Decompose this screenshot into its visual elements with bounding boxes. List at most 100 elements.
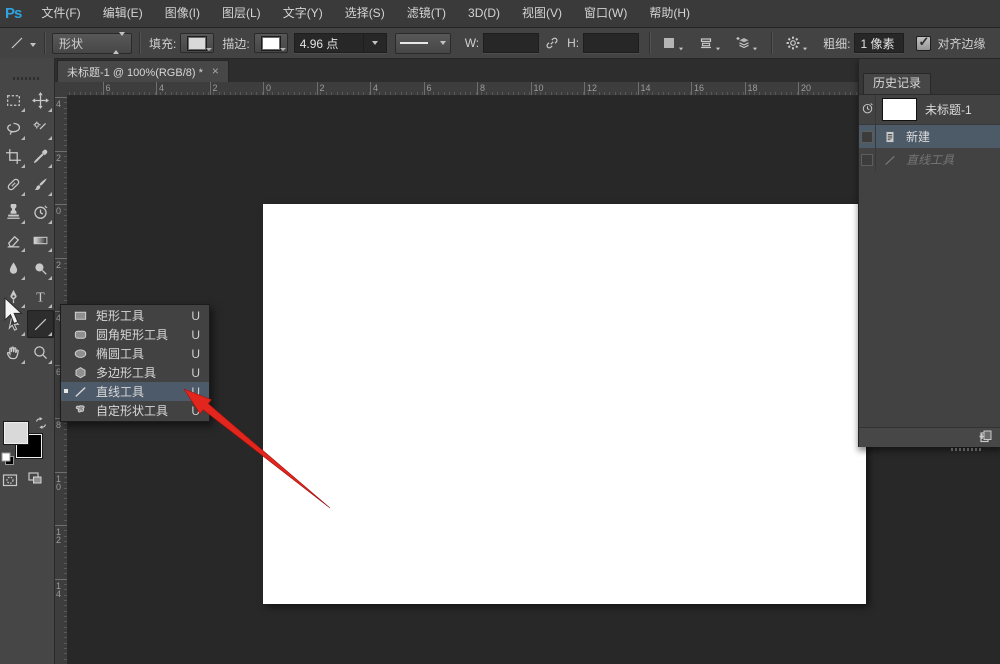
menu-item[interactable]: 3D(D): [457, 6, 511, 20]
tool-type-tool[interactable]: T: [27, 282, 54, 310]
fill-color-swatch[interactable]: [180, 33, 214, 53]
stroke-width-input[interactable]: 4.96 点: [294, 33, 364, 53]
history-brush-source-toggle[interactable]: [859, 148, 876, 171]
history-state-直线工具[interactable]: 直线工具: [859, 148, 1000, 171]
history-brush-source-icon: [861, 102, 874, 118]
tab-history[interactable]: 历史记录: [863, 73, 931, 94]
tool-lasso-tool[interactable]: [0, 114, 27, 142]
menu-item[interactable]: 帮助(H): [638, 6, 701, 20]
tool-blur-tool[interactable]: [0, 254, 27, 282]
current-tool-indicator: [64, 389, 68, 393]
history-state-新建[interactable]: 新建: [859, 125, 1000, 148]
menu-item[interactable]: 滤镜(T): [396, 6, 457, 20]
path-operations-button[interactable]: [660, 33, 685, 53]
tool-mode-select[interactable]: 形状: [52, 33, 132, 54]
flyout-item-shortcut: U: [191, 366, 200, 380]
tool-healing-brush-tool[interactable]: [0, 170, 27, 198]
menu-item[interactable]: 文件(F): [30, 6, 91, 20]
tool-clone-stamp-tool[interactable]: [0, 198, 27, 226]
panel-resize-grip[interactable]: [951, 448, 981, 451]
horizontal-ruler[interactable]: 64202468101214161820: [67, 82, 858, 96]
link-dimensions-button[interactable]: [543, 33, 561, 53]
flyout-indicator-icon: [21, 220, 25, 224]
foreground-color-swatch[interactable]: [3, 421, 29, 445]
tool-path-selection-tool[interactable]: [0, 310, 27, 338]
custom-shape-tool-icon: [73, 403, 89, 418]
document-canvas[interactable]: [263, 204, 866, 604]
tool-dodge-tool[interactable]: [27, 254, 54, 282]
tool-move-tool[interactable]: [27, 86, 54, 114]
menu-item[interactable]: 编辑(E): [92, 6, 154, 20]
path-operations-icon: [661, 35, 677, 51]
tool-magic-wand-tool[interactable]: [27, 114, 54, 142]
shape-settings-button[interactable]: [784, 33, 809, 53]
history-brush-source[interactable]: [859, 95, 876, 124]
path-arrangement-button[interactable]: [734, 33, 759, 53]
menu-item[interactable]: 图像(I): [154, 6, 211, 20]
tool-hand-tool[interactable]: [0, 338, 27, 366]
history-brush-source-toggle[interactable]: [859, 125, 876, 148]
flyout-item-椭圆工具[interactable]: 椭圆工具U: [61, 344, 209, 363]
panel-grip[interactable]: [13, 77, 41, 80]
width-label: W:: [465, 36, 479, 50]
tool-preset-button[interactable]: [8, 33, 37, 53]
align-edges-checkbox[interactable]: ✓: [916, 36, 931, 51]
document-tab-bar: 未标题-1 @ 100%(RGB/8) * ×: [54, 58, 858, 82]
gear-icon: [785, 35, 801, 51]
flyout-item-shortcut: U: [191, 385, 200, 399]
tool-zoom-tool[interactable]: [27, 338, 54, 366]
stroke-width-dropdown[interactable]: [364, 33, 387, 53]
tool-line-tool[interactable]: [27, 310, 54, 338]
tool-eraser-tool[interactable]: [0, 226, 27, 254]
flyout-indicator-icon: [21, 108, 25, 112]
stroke-color-swatch[interactable]: [254, 33, 288, 53]
flyout-indicator-icon: [21, 192, 25, 196]
divider: [44, 32, 45, 54]
flyout-item-label: 自定形状工具: [96, 402, 168, 419]
history-states: 新建直线工具: [859, 125, 1000, 171]
stroke-type-select[interactable]: [395, 33, 451, 54]
menu-item[interactable]: 窗口(W): [573, 6, 638, 20]
svg-text:T: T: [36, 289, 45, 304]
stroke-width-value: 4.96 点: [300, 35, 339, 52]
shape-width-input[interactable]: [483, 33, 539, 53]
flyout-item-圆角矩形工具[interactable]: 圆角矩形工具U: [61, 325, 209, 344]
tool-crop-tool[interactable]: [0, 142, 27, 170]
tools-panel: T: [0, 58, 55, 664]
weight-input[interactable]: 1 像素: [854, 33, 904, 53]
chevron-down-icon: [30, 43, 36, 47]
menu-item[interactable]: 选择(S): [334, 6, 396, 20]
flyout-indicator-icon: [48, 360, 52, 364]
shape-height-input[interactable]: [583, 33, 639, 53]
default-colors-icon[interactable]: [0, 451, 16, 472]
document-tab[interactable]: 未标题-1 @ 100%(RGB/8) * ×: [57, 60, 229, 82]
tool-pen-tool[interactable]: [0, 282, 27, 310]
flyout-item-shortcut: U: [191, 404, 200, 418]
flyout-indicator-icon: [48, 276, 52, 280]
screen-mode-button[interactable]: [27, 470, 43, 491]
menu-item[interactable]: 图层(L): [211, 6, 272, 20]
tool-eyedropper-tool[interactable]: [27, 142, 54, 170]
flyout-item-多边形工具[interactable]: 多边形工具U: [61, 363, 209, 382]
polygon-tool-icon: [73, 365, 89, 380]
chevron-down-icon: [753, 48, 757, 51]
quick-mask-button[interactable]: [2, 472, 18, 493]
flyout-item-直线工具[interactable]: 直线工具U: [61, 382, 209, 401]
tool-gradient-tool[interactable]: [27, 226, 54, 254]
chevron-down-icon: [119, 32, 125, 50]
path-alignment-button[interactable]: [697, 33, 722, 53]
flyout-item-自定形状工具[interactable]: 自定形状工具 U: [61, 401, 209, 420]
tool-rectangular-marquee-tool[interactable]: [0, 86, 27, 114]
swap-colors-icon[interactable]: [33, 415, 49, 436]
history-snapshot-row[interactable]: 未标题-1: [859, 95, 1000, 125]
menu-item[interactable]: 视图(V): [511, 6, 573, 20]
flyout-indicator-icon: [48, 136, 52, 140]
tool-brush-tool[interactable]: [27, 170, 54, 198]
tool-history-brush-tool[interactable]: [27, 198, 54, 226]
divider: [649, 32, 650, 54]
new-document-from-state-icon[interactable]: [978, 428, 994, 447]
menu-item[interactable]: 文字(Y): [272, 6, 334, 20]
chevron-down-icon: [280, 48, 286, 51]
flyout-item-矩形工具[interactable]: 矩形工具U: [61, 306, 209, 325]
close-icon[interactable]: ×: [212, 66, 219, 77]
